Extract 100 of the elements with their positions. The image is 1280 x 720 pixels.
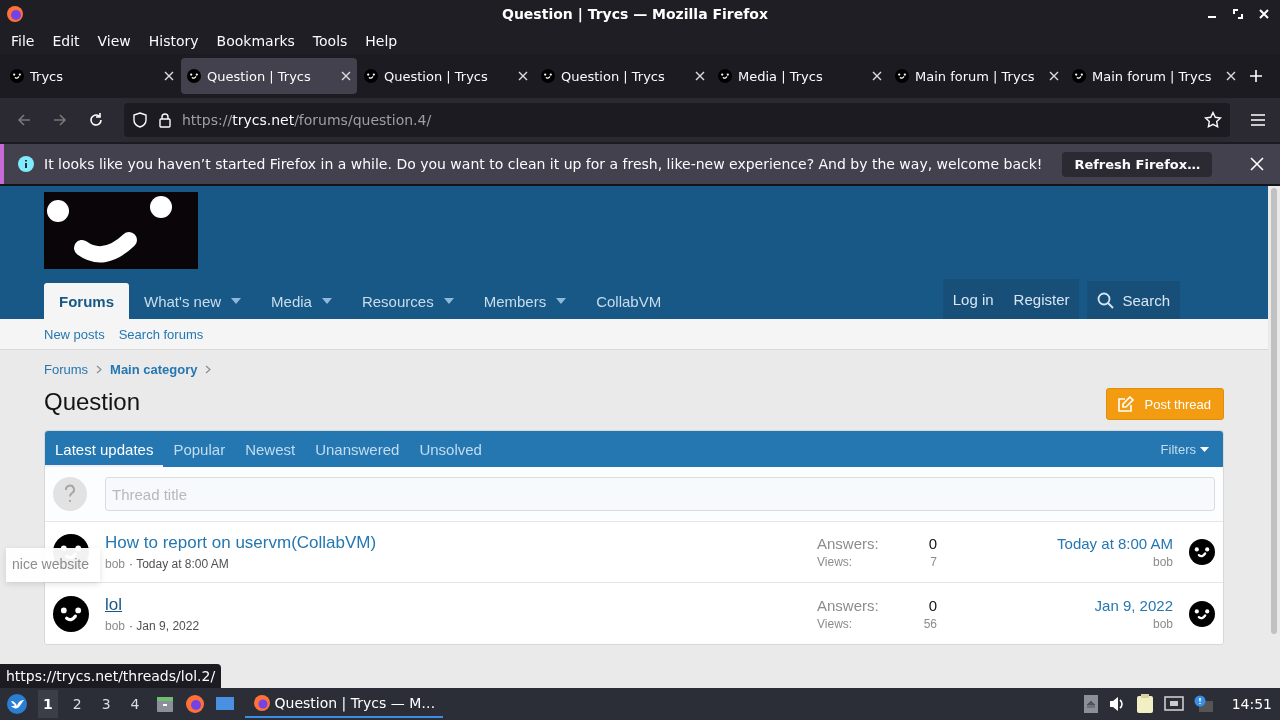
nav-tab[interactable]: CollabVM — [581, 283, 677, 319]
workspace-button[interactable]: 1 — [38, 690, 58, 718]
thread-date: · Jan 9, 2022 — [129, 618, 200, 633]
sub-nav-link[interactable]: New posts — [44, 326, 105, 342]
scrollbar-thumb[interactable] — [1271, 188, 1277, 634]
thread-date: · Today at 8:00 AM — [129, 557, 229, 571]
menu-item[interactable]: Help — [356, 33, 407, 49]
last-post-date-link[interactable]: Today at 8:00 AM — [1057, 535, 1173, 552]
caret-icon — [1200, 446, 1209, 452]
firefox-icon — [6, 5, 24, 23]
close-icon[interactable] — [1226, 71, 1236, 81]
network-icon[interactable] — [1163, 695, 1184, 713]
breadcrumb-link[interactable]: Main category — [110, 361, 198, 377]
tab-favicon-icon — [718, 69, 732, 83]
filters-dropdown[interactable]: Filters — [1146, 431, 1223, 467]
browser-tab[interactable]: Question | Trycs — [358, 58, 534, 94]
menu-item[interactable]: Tools — [303, 33, 357, 49]
star-icon[interactable] — [1204, 111, 1222, 129]
nav-tab[interactable]: Forums — [44, 283, 129, 319]
thread-title-link[interactable]: How to report on uservm(CollabVM) — [105, 533, 377, 553]
author-link[interactable]: bob — [105, 557, 126, 571]
menu-item[interactable]: File — [2, 33, 44, 49]
firefox-icon — [252, 694, 271, 712]
breadcrumb-link[interactable]: Forums — [44, 361, 89, 377]
taskbar-window-button[interactable]: Question | Trycs — M… — [244, 690, 444, 718]
maximize-icon[interactable] — [1232, 8, 1244, 20]
filter-tab[interactable]: Unsolved — [409, 431, 492, 467]
last-post-date-link[interactable]: Jan 9, 2022 — [1094, 596, 1173, 614]
thread-title-link[interactable]: lol — [105, 594, 122, 615]
stat-label: Answers: — [817, 535, 880, 552]
filter-tab[interactable]: Latest updates — [45, 431, 164, 467]
new-tab-icon[interactable] — [1249, 69, 1263, 83]
close-icon[interactable] — [695, 71, 705, 81]
stat-label: Views: — [817, 555, 854, 569]
window-title: Question | Trycs — Mozilla Firefox — [501, 6, 769, 22]
browser-tab[interactable]: Media | Trycs — [712, 58, 888, 94]
browser-tab[interactable]: Trycs — [4, 58, 180, 94]
sub-nav-link[interactable]: Search forums — [118, 326, 204, 342]
close-icon[interactable] — [1049, 71, 1059, 81]
workspace-button[interactable]: 2 — [67, 696, 87, 712]
last-poster-link[interactable]: bob — [1152, 555, 1173, 569]
stat-value: 7 — [929, 555, 937, 569]
stat-label: Answers: — [817, 596, 880, 614]
close-icon[interactable] — [518, 71, 528, 81]
tab-favicon-icon — [364, 69, 378, 83]
stat-value: 56 — [923, 616, 937, 631]
stat-value: 0 — [927, 596, 937, 614]
user-avatar-icon — [1189, 539, 1215, 565]
last-poster-link[interactable]: bob — [1152, 616, 1173, 631]
refresh-button[interactable]: Refresh Firefox… — [1062, 151, 1213, 177]
clock: 14:51 — [1231, 696, 1272, 712]
close-icon[interactable] — [164, 71, 174, 81]
workspace-button[interactable]: 4 — [125, 696, 145, 712]
user-avatar-icon — [1189, 600, 1215, 627]
menu-item[interactable]: History — [139, 33, 208, 49]
browser-tab[interactable]: Main forum | Trycs — [1066, 58, 1242, 94]
thread-title-field[interactable]: Thread title — [105, 477, 1215, 511]
stat-value: 0 — [928, 535, 937, 552]
close-icon[interactable] — [341, 71, 351, 81]
menu-item[interactable]: View — [88, 33, 140, 49]
question-avatar-icon — [53, 477, 87, 511]
filter-tab[interactable]: Newest — [235, 431, 306, 467]
tab-favicon-icon — [187, 69, 201, 83]
workspace-button[interactable]: 3 — [96, 696, 116, 712]
tab-favicon-icon — [895, 69, 909, 83]
stat-label: Views: — [817, 616, 854, 631]
firefox-icon[interactable] — [184, 694, 205, 714]
nav-tab[interactable]: Resources — [346, 283, 469, 319]
browser-tab[interactable]: Question | Trycs — [535, 58, 711, 94]
menu-item[interactable]: Edit — [43, 33, 89, 49]
notification-icon[interactable] — [1193, 695, 1214, 713]
eject-icon[interactable] — [1083, 695, 1098, 713]
author-link[interactable]: bob — [105, 618, 126, 633]
edit-icon — [1116, 395, 1135, 413]
nav-tab[interactable]: What's new — [129, 283, 257, 319]
nav-tab[interactable]: Media — [256, 283, 347, 319]
tab-favicon-icon — [541, 69, 555, 83]
close-icon[interactable] — [872, 71, 882, 81]
browser-tab[interactable]: Question | Trycs — [181, 58, 357, 94]
chevron-icon — [205, 364, 212, 374]
account-link[interactable]: Register — [1003, 290, 1080, 308]
clipboard-icon[interactable] — [1135, 694, 1154, 714]
menu-item[interactable]: Bookmarks — [207, 33, 304, 49]
menu-icon[interactable] — [1250, 113, 1266, 127]
back-arrow-icon[interactable] — [16, 112, 32, 128]
shield-icon — [132, 112, 148, 128]
speaker-icon[interactable] — [1107, 695, 1126, 713]
tab-favicon-icon — [1072, 69, 1086, 83]
reload-icon[interactable] — [88, 112, 104, 128]
file-cabinet-icon[interactable] — [154, 694, 175, 714]
account-link[interactable]: Log in — [942, 290, 1004, 308]
user-avatar-icon — [53, 595, 89, 632]
info-icon — [18, 156, 34, 172]
browser-tab[interactable]: Main forum | Trycs — [889, 58, 1065, 94]
forward-arrow-icon[interactable] — [52, 112, 68, 128]
bird-logo-icon[interactable] — [6, 693, 28, 715]
tab-favicon-icon — [10, 69, 24, 83]
page-title: Question — [44, 388, 141, 416]
nav-tab[interactable]: Members — [468, 283, 582, 319]
search-button[interactable]: Search — [1087, 281, 1180, 319]
